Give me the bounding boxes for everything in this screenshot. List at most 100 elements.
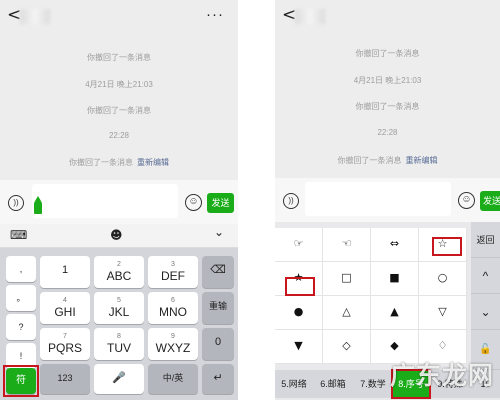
symbol-cell[interactable]: ◇ [323,330,371,364]
key-letters: GHI [54,305,76,319]
keyboard-icon[interactable]: ⌨ [10,228,27,242]
input-bar: )) ☺ 发送 [0,180,238,224]
space-mic-key[interactable]: 🎤 [94,364,144,394]
symbol-cell[interactable]: △ [323,296,371,330]
backspace-key[interactable]: ⌫ [202,256,234,288]
highlight-box-white-star [432,237,462,256]
system-message: 你撤回了一条消息 [355,49,420,58]
right-phone-screen: < 你撤回了一条消息 4月21日 晚上21:03 你撤回了一条消息 22:28 … [275,0,500,400]
enter-icon: ↵ [213,372,223,384]
key-digit: 3 [171,261,175,268]
key-digit: 8 [117,333,121,340]
reinput-label: 重输 [208,301,227,311]
message-input[interactable] [32,184,178,218]
chat-header: < [275,0,500,34]
timestamp: 4月21日 晚上21:03 [353,76,422,85]
recall-message: 你撤回了一条消息 重新编辑 [0,157,238,168]
recall-message: 你撤回了一条消息 重新编辑 [275,155,500,166]
language-switch-key[interactable]: 中/英 [148,364,198,394]
symbol-cell[interactable]: ▲ [371,296,419,330]
number-mode-label: 123 [57,373,73,383]
category-tab-math[interactable]: 7.数学 [353,370,393,398]
key-1[interactable]: 1 [40,256,90,288]
symbol-cell[interactable]: ▼ [275,330,323,364]
key-5[interactable]: 5 JKL [94,292,144,324]
reinput-key[interactable]: 重输 [202,292,234,324]
key-2[interactable]: 2 ABC [94,256,144,288]
highlight-box [3,365,39,397]
key-4[interactable]: 4 GHI [40,292,90,324]
symbol-cell[interactable]: ● [275,296,323,330]
key-digit: 5 [117,297,121,304]
recall-text: 你撤回了一条消息 [337,156,402,165]
left-phone-screen: < ··· 你撤回了一条消息 4月21日 晚上21:03 你撤回了一条消息 22… [0,0,238,400]
t9-keyboard: ⌨ ☻ ⌄ , 。 ? ! 1 2 ABC 3 DEF ⌫ 4 GHI 5 JKL 6M… [0,224,238,400]
key-letters: MNO [159,305,187,319]
symbol-cell[interactable]: ☞ [275,228,323,262]
reedit-link[interactable]: 重新编辑 [406,156,438,165]
chat-header: < ··· [0,0,238,34]
send-button[interactable]: 发送 [480,191,500,211]
send-button[interactable]: 发送 [207,193,234,213]
key-letters: ABC [106,269,132,283]
page-up-button[interactable]: ^ [471,258,500,294]
voice-icon[interactable]: )) [8,195,24,211]
timestamp: 4月21日 晚上21:03 [85,80,153,89]
key-9[interactable]: 9 WXYZ [148,328,198,360]
system-message: 你撤回了一条消息 [355,102,420,111]
blurred-contact-name [295,9,325,24]
emoji-toolbar-icon[interactable]: ☻ [110,228,123,242]
reedit-link[interactable]: 重新编辑 [137,158,169,167]
number-mode-key[interactable]: 123 [40,364,90,394]
symbol-cell[interactable]: ■ [371,262,419,296]
page-down-button[interactable]: ⌄ [471,294,500,330]
return-button[interactable]: 返回 [471,222,500,258]
key-digit: 2 [117,261,121,268]
symbol-keyboard: ☞ ☜ ⇔ ☆ ★ □ ■ ○ ● △ ▲ ▽ ▼ ◇ ◆ ♢ 返回 ^ ⌄ 🔓… [275,222,500,400]
highlight-box-black-star [285,277,315,296]
timestamp: 22:28 [377,128,398,137]
key-0[interactable]: 0 [202,328,234,360]
enter-key[interactable]: ↵ [202,364,234,394]
system-message: 你撤回了一条消息 [87,53,151,62]
key-6[interactable]: 6 MNO [148,292,198,324]
symbol-cell[interactable]: ⇔ [371,228,419,262]
key-label: 1 [61,264,69,276]
key-digit: 4 [63,297,67,304]
text-cursor-handle[interactable] [34,196,42,214]
key-digit: 7 [63,333,67,340]
key-digit: 6 [171,297,175,304]
punct-key-comma[interactable]: , [6,256,36,282]
screenshot-composite: < ··· 你撤回了一条消息 4月21日 晚上21:03 你撤回了一条消息 22… [0,0,500,400]
category-tab-network[interactable]: 5.网络 [275,370,313,398]
key-7[interactable]: 7 PQRS [40,328,90,360]
mic-icon: 🎤 [112,372,126,384]
blurred-contact-name [20,9,50,24]
more-options-icon[interactable]: ··· [206,6,224,23]
emoji-icon[interactable]: ☺ [185,194,202,211]
keyboard-toolbar: ⌨ ☻ ⌄ [0,224,238,248]
input-bar: )) ☺ 发送 [275,178,500,222]
language-label: 中/英 [162,373,184,383]
symbol-cell[interactable]: ▽ [419,296,467,330]
key-3[interactable]: 3 DEF [148,256,198,288]
key-letters: TUV [107,341,131,355]
key-8[interactable]: 8 TUV [94,328,144,360]
timestamp: 22:28 [108,131,130,140]
key-letters: WXYZ [155,341,191,355]
punct-key-question[interactable]: ? [6,314,36,340]
key-label: 0 [214,336,222,348]
key-digit: 9 [171,333,175,340]
symbol-cell[interactable]: ☜ [323,228,371,262]
collapse-keyboard-icon[interactable]: ⌄ [214,225,224,239]
key-letters: PQRS [47,341,82,355]
category-tab-email[interactable]: 6.邮箱 [313,370,353,398]
recall-text: 你撤回了一条消息 [69,158,133,167]
symbol-cell[interactable]: □ [323,262,371,296]
symbol-cell[interactable]: ○ [419,262,467,296]
punct-key-period[interactable]: 。 [6,285,36,311]
key-letters: DEF [161,269,185,283]
voice-icon[interactable]: )) [283,193,299,209]
emoji-icon[interactable]: ☺ [458,192,475,209]
message-input[interactable] [305,182,451,216]
